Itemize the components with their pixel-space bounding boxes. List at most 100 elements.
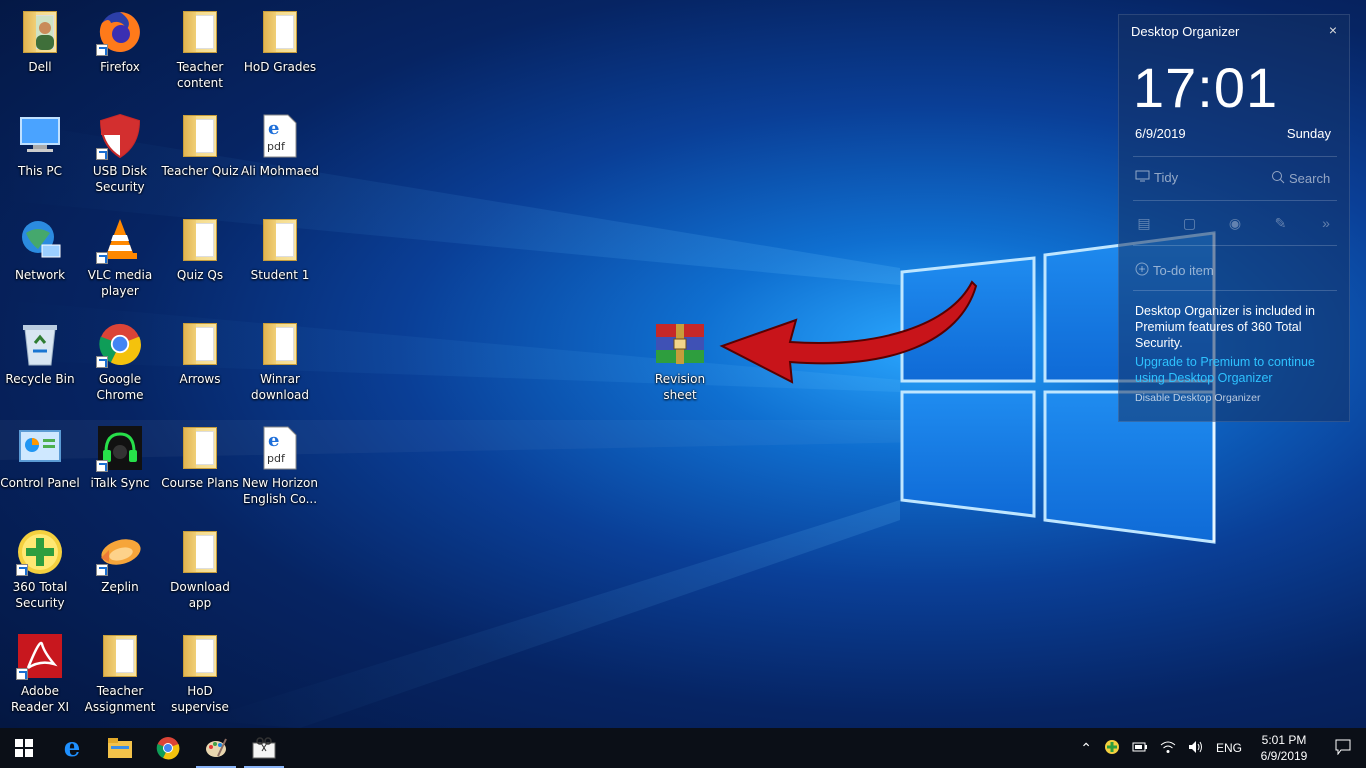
taskbar-paint[interactable] xyxy=(192,728,240,768)
desktop-icon-google-chrome[interactable]: Google Chrome xyxy=(80,320,160,420)
desktop-icon-vlc-media-player[interactable]: VLC media player xyxy=(80,216,160,316)
shortcut-arrow-icon xyxy=(96,356,108,368)
desktop-icon-hod-supervise[interactable]: HoD supervise xyxy=(160,632,240,732)
desktop-icon-adobe-reader-xi[interactable]: Adobe Reader XI xyxy=(0,632,80,732)
taskbar: e ⌃ ENG 5:01 PM 6/9/2019 xyxy=(0,728,1366,768)
desktop-icon-quiz-qs[interactable]: Quiz Qs xyxy=(160,216,240,316)
desktop-icon-italk-sync[interactable]: iTalk Sync xyxy=(80,424,160,524)
pdf-icon: e pdf xyxy=(256,424,304,472)
desktop-icon-label: VLC media player xyxy=(87,268,153,298)
windows-logo-icon xyxy=(15,739,33,757)
taskbar-snipping-tool[interactable] xyxy=(240,728,288,768)
shortcut-arrow-icon xyxy=(16,564,28,576)
folder-icon xyxy=(256,320,304,368)
desktop-icon-label: USB Disk Security xyxy=(92,164,148,194)
language-indicator[interactable]: ENG xyxy=(1210,741,1248,755)
desktop-icon-control-panel[interactable]: Control Panel xyxy=(0,424,80,524)
desktop-icon-course-plans[interactable]: Course Plans xyxy=(160,424,240,524)
action-center-icon[interactable] xyxy=(1320,739,1366,758)
desktop-icon-label: This PC xyxy=(18,164,62,178)
organizer-time: 17:01 xyxy=(1133,56,1279,119)
desktop-icon-hod-grades[interactable]: HoD Grades xyxy=(240,8,320,108)
tidy-button[interactable]: Tidy xyxy=(1135,170,1178,185)
shortcut-arrow-icon xyxy=(96,252,108,264)
desktop-icon-usb-disk-security[interactable]: USB Disk Security xyxy=(80,112,160,212)
disable-organizer-link[interactable]: Disable Desktop Organizer xyxy=(1135,392,1260,404)
taskbar-file-explorer[interactable] xyxy=(96,728,144,768)
battery-icon[interactable] xyxy=(1126,741,1154,756)
svg-text:e: e xyxy=(268,118,279,139)
folder-icon xyxy=(176,216,224,264)
desktop-icon-ali-mohmaed[interactable]: e pdf Ali Mohmaed xyxy=(240,112,320,212)
recycle-bin-icon xyxy=(16,320,64,368)
folder-icon xyxy=(176,632,224,680)
shortcut-arrow-icon xyxy=(96,564,108,576)
desktop-icon-zeplin[interactable]: Zeplin xyxy=(80,528,160,628)
chevron-up-icon[interactable]: ⌃ xyxy=(1074,740,1098,757)
desktop-icon-new-horizon-english-co[interactable]: e pdf New Horizon English Co... xyxy=(240,424,320,524)
desktop-icon-label: Google Chrome xyxy=(96,372,144,402)
folder-icon xyxy=(256,216,304,264)
desktop-icon-label: Arrows xyxy=(179,372,221,386)
desktop-icon-360-total-security[interactable]: 360 Total Security xyxy=(0,528,80,628)
desktop-icon-download-app[interactable]: Download app xyxy=(160,528,240,628)
headset-icon xyxy=(96,424,144,472)
desktop-organizer-panel: Desktop Organizer × 17:01 6/9/2019 Sunda… xyxy=(1118,14,1350,422)
folder-icon xyxy=(176,112,224,160)
desktop-icon-label: Ali Mohmaed xyxy=(240,164,320,178)
winrar-archive-icon xyxy=(656,320,704,368)
network-icon xyxy=(16,216,64,264)
volume-icon[interactable] xyxy=(1182,740,1210,757)
desktop-icon-label: Winrar download xyxy=(250,372,310,402)
organizer-toolbar: ▤ ▢ ◉ ✎ » xyxy=(1135,215,1335,231)
divider xyxy=(1133,156,1337,157)
system-tray: ⌃ ENG 5:01 PM 6/9/2019 xyxy=(1074,728,1366,768)
folder-icon xyxy=(256,8,304,56)
control-panel-icon xyxy=(16,424,64,472)
desktop-icon-recycle-bin[interactable]: Recycle Bin xyxy=(0,320,80,420)
desktop-icon-winrar-download[interactable]: Winrar download xyxy=(240,320,320,420)
desktop-icon-label: HoD supervise xyxy=(171,684,229,714)
desktop-icon-label: Zeplin xyxy=(101,580,139,594)
desktop-icon-network[interactable]: Network xyxy=(0,216,80,316)
desktop-icon-firefox[interactable]: Firefox xyxy=(80,8,160,108)
desktop-icon-teacher-quiz[interactable]: Teacher Quiz xyxy=(160,112,240,212)
desktop-icon-revision-sheet[interactable]: Revision sheet xyxy=(640,320,720,420)
360-security-tray-icon[interactable] xyxy=(1098,739,1126,758)
firefox-icon xyxy=(96,8,144,56)
double-chevron-icon[interactable]: » xyxy=(1317,215,1335,231)
premium-message: Desktop Organizer is included in Premium… xyxy=(1135,304,1315,350)
folder-icon xyxy=(176,8,224,56)
wifi-icon[interactable] xyxy=(1154,740,1182,757)
notes-icon[interactable]: ▤ xyxy=(1135,215,1153,231)
edit-icon[interactable]: ✎ xyxy=(1272,215,1290,231)
todo-item-button[interactable]: To-do item xyxy=(1135,262,1214,279)
paint-palette-icon xyxy=(206,738,227,757)
desktop-icon-teacher-content[interactable]: Teacher content xyxy=(160,8,240,108)
desktop-icon-student-1[interactable]: Student 1 xyxy=(240,216,320,316)
eye-icon[interactable]: ◉ xyxy=(1226,215,1244,231)
desktop-icon-dell[interactable]: Dell xyxy=(0,8,80,108)
edge-icon: e xyxy=(63,733,81,763)
start-button[interactable] xyxy=(0,728,48,768)
desktop-icon-label: Control Panel xyxy=(0,476,80,490)
desktop-icon-arrows[interactable]: Arrows xyxy=(160,320,240,420)
taskbar-chrome[interactable] xyxy=(144,728,192,768)
window-icon[interactable]: ▢ xyxy=(1181,215,1199,231)
taskbar-edge[interactable]: e xyxy=(48,728,96,768)
desktop-icon-label: Student 1 xyxy=(250,268,310,282)
organizer-title: Desktop Organizer xyxy=(1131,24,1240,39)
search-button[interactable]: Search xyxy=(1271,170,1330,187)
desktop-icon-teacher-assignment[interactable]: Teacher Assignment xyxy=(80,632,160,732)
upgrade-link[interactable]: Upgrade to Premium to continue using Des… xyxy=(1135,354,1340,386)
shortcut-arrow-icon xyxy=(96,460,108,472)
chrome-icon xyxy=(156,737,180,760)
red-arrow-annotation xyxy=(719,280,978,384)
desktop-icon-this-pc[interactable]: This PC xyxy=(0,112,80,212)
zeplin-icon xyxy=(96,528,144,576)
desktop-icon-label: Revision sheet xyxy=(654,372,706,402)
folder-icon xyxy=(176,424,224,472)
close-icon[interactable]: × xyxy=(1329,22,1337,38)
desktop-icon-label: Course Plans xyxy=(161,476,239,490)
taskbar-clock[interactable]: 5:01 PM 6/9/2019 xyxy=(1248,732,1320,764)
